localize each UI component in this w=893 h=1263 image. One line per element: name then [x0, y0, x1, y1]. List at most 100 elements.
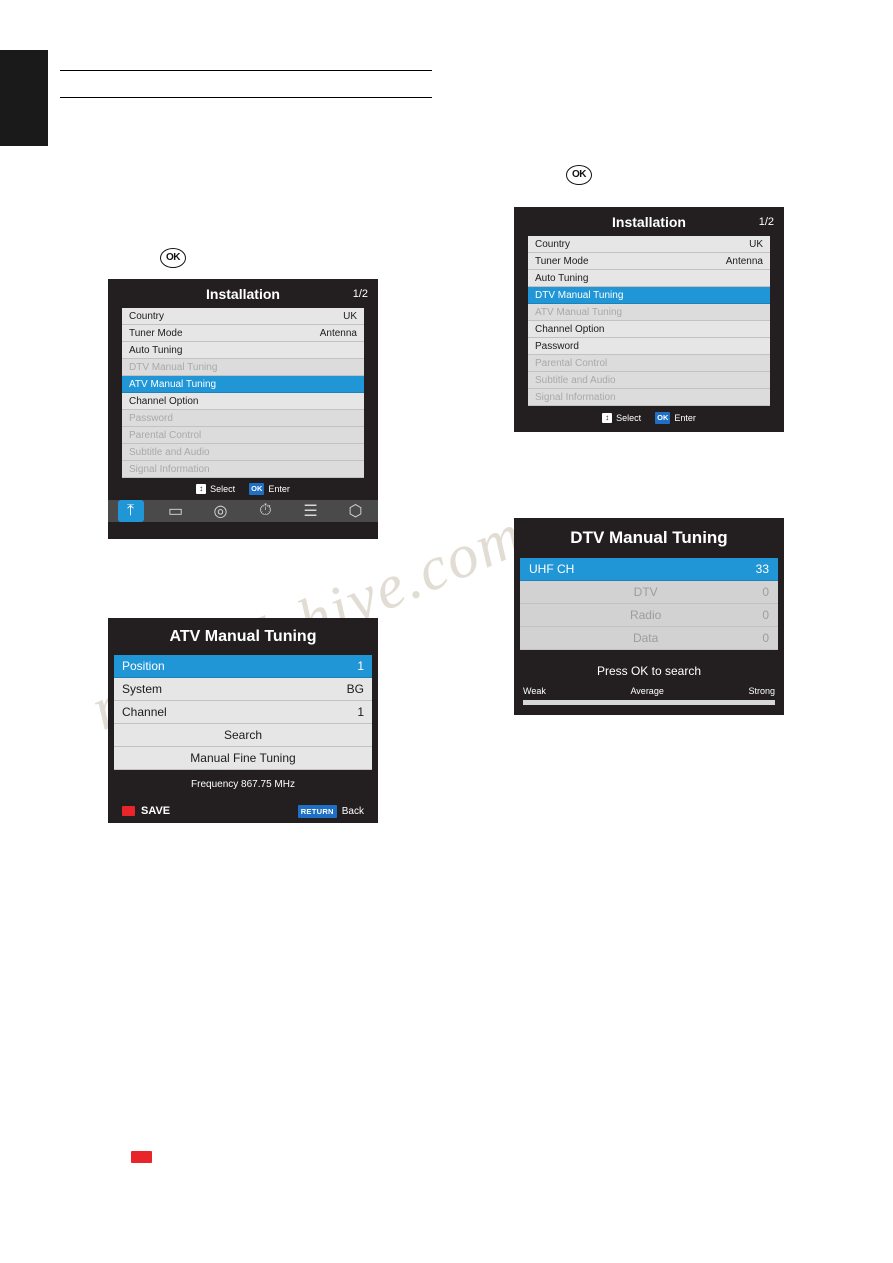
menu-item-label: DTV Manual Tuning	[129, 361, 218, 373]
menu-item-label: Tuner Mode	[129, 327, 183, 339]
atv-menu-list: Position 1 System BG Channel 1 Search Manual Fi…	[114, 655, 372, 770]
updown-key-icon: ↕	[602, 413, 613, 423]
menu-item[interactable]: Parental Control	[122, 427, 364, 444]
signal-weak-label: Weak	[523, 686, 546, 696]
hint-ok: OK Enter	[655, 412, 696, 424]
installation-menu-screen-2: Installation 1/2 Country UK Tuner Mode Ante…	[514, 207, 784, 432]
menu-item-label: Search	[223, 728, 263, 742]
page-indicator: 1/2	[352, 287, 368, 300]
menu-item-label: Country	[129, 310, 165, 322]
menu-item-label: Auto Tuning	[129, 344, 183, 356]
menu-item-label: Subtitle and Audio	[129, 446, 210, 458]
menu-item[interactable]: Subtitle and Audio	[528, 372, 770, 389]
menu-item-label: Signal Information	[129, 463, 210, 475]
menu-item-label: Channel Option	[535, 323, 605, 335]
menu-item[interactable]: Parental Control	[528, 355, 770, 372]
installation-menu-list: Country UK Tuner Mode Antenna Auto Tuning DTV…	[122, 308, 364, 478]
dtv-menu-list: UHF CH 33 DTV 0 Radio 0 Data 0	[520, 558, 778, 650]
menu-item-label: Subtitle and Audio	[535, 374, 616, 386]
atv-bottom-bar: SAVE RETURN Back	[108, 798, 378, 824]
menu-item[interactable]: DTV Manual Tuning	[528, 287, 770, 304]
lock-icon[interactable]: ⬡	[343, 500, 369, 522]
options-icon[interactable]: ☰	[298, 500, 324, 522]
document-page: manualshive.com OK OK Installation 1/2 C…	[0, 0, 893, 1263]
ok-key-icon: OK	[566, 165, 592, 185]
ok-key-icon: OK	[249, 483, 265, 495]
menu-item[interactable]: Tuner Mode Antenna	[528, 253, 770, 270]
menu-item-label: Signal Information	[535, 391, 616, 403]
back-label: Back	[341, 805, 364, 817]
menu-item-label: Channel	[122, 705, 167, 719]
picture-icon[interactable]: ▭	[163, 500, 189, 522]
menu-item[interactable]: Auto Tuning	[528, 270, 770, 287]
page-indicator: 1/2	[758, 215, 774, 228]
signal-average-label: Average	[630, 686, 664, 696]
menu-item[interactable]: Radio 0	[520, 604, 778, 627]
red-key-icon	[131, 1151, 152, 1163]
menu-item[interactable]: Channel 1	[114, 701, 372, 724]
signal-strength-labels: Weak Average Strong	[514, 686, 784, 696]
menu-item-label: Radio	[629, 608, 662, 622]
return-key-icon: RETURN	[297, 804, 337, 818]
header-rule-top	[60, 70, 432, 71]
back-button[interactable]: RETURN Back	[297, 804, 364, 818]
menu-item-value: BG	[346, 682, 364, 696]
menu-item[interactable]: ATV Manual Tuning	[528, 304, 770, 321]
menu-item-value: 0	[762, 608, 769, 622]
hint-bar: ↕ Select OK Enter	[108, 478, 378, 500]
menu-item-label: Tuner Mode	[535, 255, 589, 267]
menu-item[interactable]: Manual Fine Tuning	[114, 747, 372, 770]
menu-item[interactable]: Tuner Mode Antenna	[122, 325, 364, 342]
menu-item[interactable]: Signal Information	[122, 461, 364, 478]
menu-item-label: Data	[632, 631, 659, 645]
menu-item[interactable]: Search	[114, 724, 372, 747]
hint-label: Select	[616, 413, 642, 423]
menu-item-value: 1	[357, 705, 364, 719]
header-rule-bottom	[60, 97, 432, 98]
panel-title-text: ATV Manual Tuning	[169, 628, 317, 645]
menu-item[interactable]: Signal Information	[528, 389, 770, 406]
hint-updown: ↕ Select	[196, 484, 235, 494]
menu-item[interactable]: Subtitle and Audio	[122, 444, 364, 461]
menu-item[interactable]: Position 1	[114, 655, 372, 678]
signal-strength-bar	[523, 700, 775, 705]
hint-ok: OK Enter	[249, 483, 290, 495]
panel-title: Installation 1/2	[108, 279, 378, 308]
timer-icon[interactable]: ⏱	[253, 500, 279, 522]
menu-item[interactable]: Country UK	[122, 308, 364, 325]
menu-item[interactable]: DTV Manual Tuning	[122, 359, 364, 376]
menu-item-value: Antenna	[725, 255, 763, 267]
menu-item-label: Manual Fine Tuning	[190, 751, 296, 765]
sound-icon[interactable]: ◎	[208, 500, 234, 522]
panel-title: ATV Manual Tuning	[108, 618, 378, 655]
menu-item[interactable]: Channel Option	[122, 393, 364, 410]
panel-title: Installation 1/2	[514, 207, 784, 236]
menu-item[interactable]: Channel Option	[528, 321, 770, 338]
menu-item[interactable]: Password	[122, 410, 364, 427]
menu-item[interactable]: System BG	[114, 678, 372, 701]
installation-icon[interactable]: ⤒	[117, 500, 144, 522]
menu-item-value: UK	[749, 238, 763, 250]
hint-updown: ↕ Select	[602, 413, 641, 423]
menu-item-value: 0	[762, 631, 769, 645]
menu-item-label: Channel Option	[129, 395, 199, 407]
menu-item[interactable]: Country UK	[528, 236, 770, 253]
save-label: SAVE	[141, 805, 171, 817]
installation-menu-list: Country UK Tuner Mode Antenna Auto Tuning DTV…	[528, 236, 770, 406]
menu-item[interactable]: ATV Manual Tuning	[122, 376, 364, 393]
hint-bar: ↕ Select OK Enter	[514, 406, 784, 430]
signal-strong-label: Strong	[748, 686, 775, 696]
menu-item[interactable]: DTV 0	[520, 581, 778, 604]
menu-item-label: System	[122, 682, 163, 696]
menu-item-label: UHF CH	[529, 562, 575, 576]
menu-item-label: DTV	[633, 585, 658, 599]
menu-item[interactable]: Password	[528, 338, 770, 355]
save-button[interactable]: SAVE	[122, 805, 170, 817]
menu-item[interactable]: UHF CH 33	[520, 558, 778, 581]
ok-key-icon: OK	[160, 248, 186, 268]
menu-item[interactable]: Data 0	[520, 627, 778, 650]
menu-item-value: Antenna	[319, 327, 357, 339]
hint-label: Select	[210, 484, 236, 494]
menu-item-label: ATV Manual Tuning	[129, 378, 217, 390]
menu-item[interactable]: Auto Tuning	[122, 342, 364, 359]
